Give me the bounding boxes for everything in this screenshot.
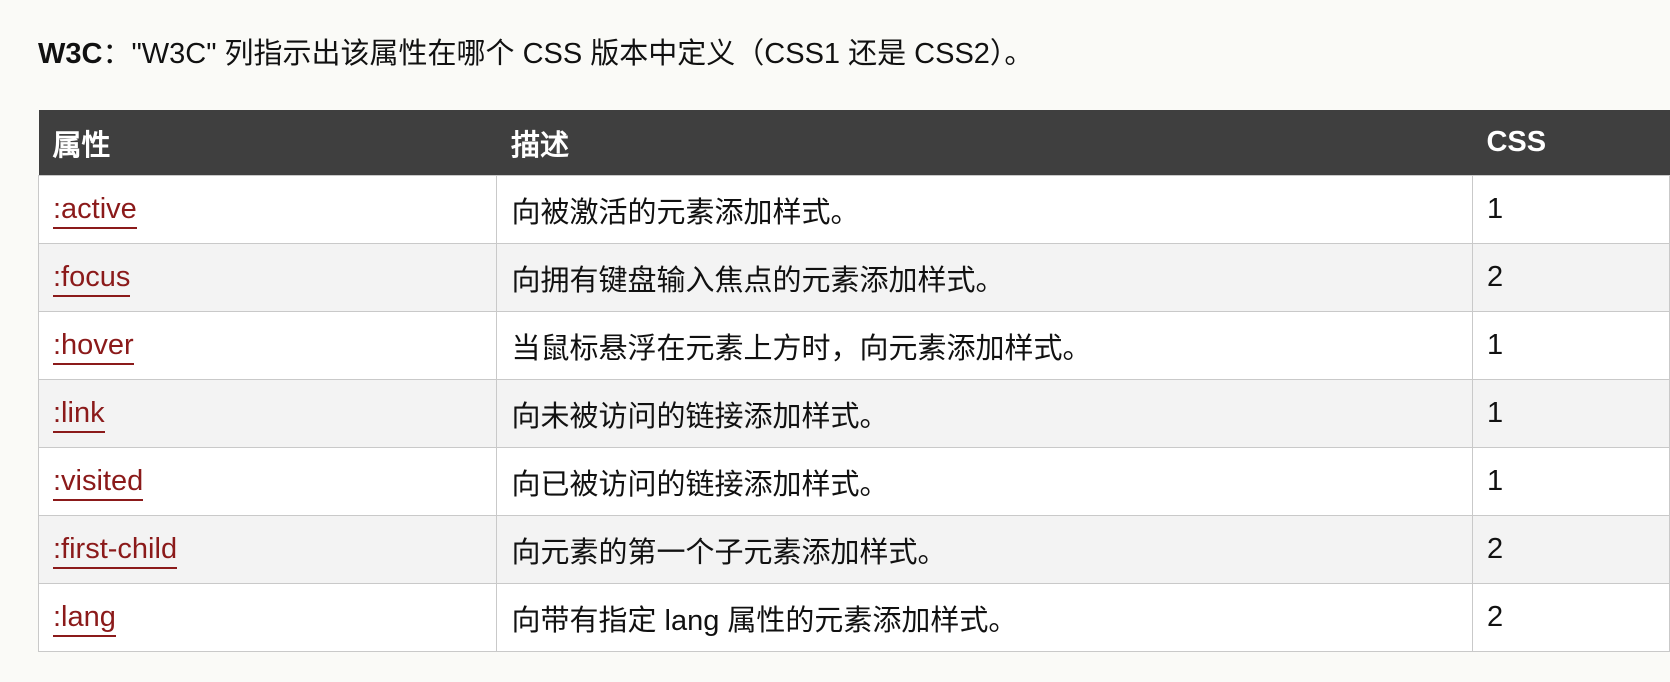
property-cell: :lang: [37, 583, 498, 652]
css-version-cell: 1: [1471, 379, 1670, 448]
description-cell: 当鼠标悬浮在元素上方时，向元素添加样式。: [496, 311, 1473, 380]
property-cell: :first-child: [37, 515, 498, 584]
table-row: :first-child 向元素的第一个子元素添加样式。 2: [37, 515, 1670, 584]
description-cell: 向未被访问的链接添加样式。: [496, 379, 1473, 448]
property-link[interactable]: :focus: [53, 261, 131, 297]
header-css: CSS: [1472, 110, 1670, 176]
css-version-cell: 1: [1471, 447, 1670, 516]
header-property: 属性: [38, 110, 497, 176]
css-version-cell: 1: [1471, 175, 1670, 244]
css-version-cell: 2: [1471, 515, 1670, 584]
property-cell: :visited: [37, 447, 498, 516]
property-link[interactable]: :link: [53, 397, 105, 433]
css-version-cell: 2: [1471, 243, 1670, 312]
intro-paragraph: W3C："W3C" 列指示出该属性在哪个 CSS 版本中定义（CSS1 还是 C…: [38, 34, 1033, 74]
property-cell: :hover: [37, 311, 498, 380]
property-link[interactable]: :visited: [53, 465, 144, 501]
description-cell: 向被激活的元素添加样式。: [496, 175, 1473, 244]
property-link[interactable]: :hover: [53, 329, 134, 365]
table-row: :link 向未被访问的链接添加样式。 1: [37, 379, 1670, 448]
intro-text: ："W3C" 列指示出该属性在哪个 CSS 版本中定义（CSS1 还是 CSS2…: [102, 38, 1034, 70]
table-row: :hover 当鼠标悬浮在元素上方时，向元素添加样式。 1: [37, 311, 1670, 380]
description-cell: 向拥有键盘输入焦点的元素添加样式。: [496, 243, 1473, 312]
property-link[interactable]: :lang: [53, 601, 116, 637]
intro-label: W3C: [38, 38, 103, 70]
description-cell: 向元素的第一个子元素添加样式。: [496, 515, 1473, 584]
property-link[interactable]: :active: [53, 193, 137, 229]
table-row: :focus 向拥有键盘输入焦点的元素添加样式。 2: [37, 243, 1670, 312]
pseudo-class-table: 属性 描述 CSS :active 向被激活的元素添加样式。 1 :focus …: [37, 110, 1670, 652]
table-row: :active 向被激活的元素添加样式。 1: [37, 175, 1670, 244]
description-cell: 向带有指定 lang 属性的元素添加样式。: [496, 583, 1473, 652]
table-header-row: 属性 描述 CSS: [38, 110, 1670, 176]
property-cell: :focus: [37, 243, 498, 312]
css-version-cell: 1: [1471, 311, 1670, 380]
property-cell: :link: [37, 379, 498, 448]
table-row: :visited 向已被访问的链接添加样式。 1: [37, 447, 1670, 516]
header-description: 描述: [496, 110, 1473, 176]
table-row: :lang 向带有指定 lang 属性的元素添加样式。 2: [37, 583, 1670, 652]
css-version-cell: 2: [1471, 583, 1670, 652]
property-cell: :active: [37, 175, 498, 244]
description-cell: 向已被访问的链接添加样式。: [496, 447, 1473, 516]
property-link[interactable]: :first-child: [53, 533, 178, 569]
